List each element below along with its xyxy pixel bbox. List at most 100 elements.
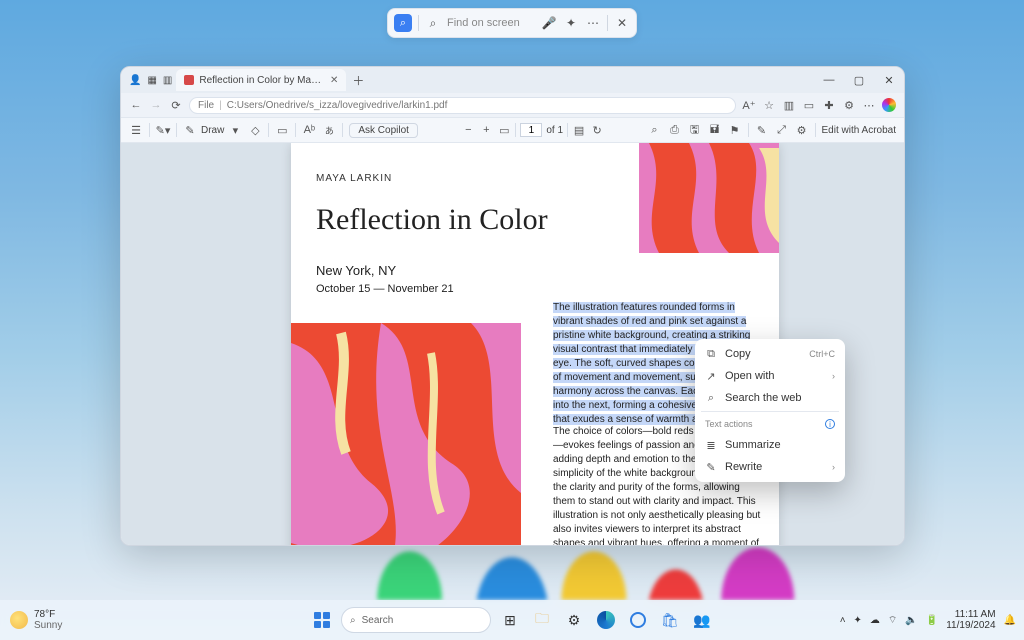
menu-icon[interactable]: ⋯ bbox=[862, 98, 876, 112]
settings-app-icon[interactable]: ⚙ bbox=[561, 607, 587, 633]
edge-icon[interactable] bbox=[593, 607, 619, 633]
doc-title: Reflection in Color bbox=[316, 203, 548, 237]
mic-icon[interactable]: 🎤 bbox=[541, 16, 557, 30]
taskbar-search-placeholder: Search bbox=[362, 615, 394, 626]
chevron-down-icon: ▾ bbox=[228, 123, 242, 137]
window-maximize-button[interactable]: ▢ bbox=[844, 67, 874, 93]
save-icon[interactable]: 🖫 bbox=[688, 123, 702, 137]
tab-actions-icon[interactable]: ▥ bbox=[163, 75, 172, 86]
close-icon[interactable]: ✕ bbox=[614, 16, 630, 30]
translate-icon[interactable]: あ bbox=[322, 123, 336, 137]
rotate-icon[interactable]: ↻ bbox=[590, 123, 604, 137]
tray-onedrive-icon[interactable]: ☁ bbox=[870, 615, 880, 626]
fit-page-icon[interactable]: ▭ bbox=[497, 123, 511, 137]
search-web-icon: ⌕ bbox=[705, 392, 717, 405]
nav-forward-icon[interactable]: → bbox=[149, 98, 163, 112]
address-bar[interactable]: File | C:Users/Onedrive/s_izza/lovegived… bbox=[189, 97, 736, 114]
edit-icon[interactable]: ✎ bbox=[755, 123, 769, 137]
browser2-icon[interactable] bbox=[625, 607, 651, 633]
tab-close-icon[interactable]: ✕ bbox=[330, 75, 338, 86]
tab-title: Reflection in Color by Maya Lark bbox=[199, 75, 325, 86]
doc-location: New York, NY bbox=[316, 263, 396, 278]
start-button[interactable] bbox=[309, 607, 335, 633]
notifications-icon[interactable]: 🔔 bbox=[1004, 615, 1016, 626]
nav-refresh-icon[interactable]: ⟳ bbox=[169, 98, 183, 112]
clock-date: 11/19/2024 bbox=[946, 620, 995, 631]
zoom-in-icon[interactable]: + bbox=[479, 123, 493, 137]
pdf-settings-icon[interactable]: ⚙ bbox=[795, 123, 809, 137]
find-placeholder: Find on screen bbox=[447, 17, 535, 29]
fullscreen-icon[interactable]: ⤢ bbox=[775, 123, 789, 137]
save-as-icon[interactable]: 🖬 bbox=[708, 123, 722, 137]
print-icon[interactable]: ⎙ bbox=[668, 123, 682, 137]
ctx-search-web[interactable]: ⌕ Search the web bbox=[695, 387, 845, 409]
tray-battery-icon[interactable]: 🔋 bbox=[926, 615, 938, 626]
workspaces-icon[interactable]: ▦ bbox=[147, 75, 156, 86]
taskbar-search[interactable]: ⌕ Search bbox=[341, 607, 491, 633]
more-icon[interactable]: ⋯ bbox=[585, 16, 601, 30]
window-minimize-button[interactable]: — bbox=[814, 67, 844, 93]
taskbar-weather[interactable]: 78°F Sunny bbox=[0, 609, 120, 631]
browser-tab[interactable]: Reflection in Color by Maya Lark ✕ bbox=[176, 69, 346, 91]
edit-acrobat-button[interactable]: Edit with Acrobat bbox=[822, 125, 896, 136]
settings-icon[interactable]: ⚙ bbox=[842, 98, 856, 112]
open-with-icon: ↗ bbox=[705, 370, 717, 383]
artwork-top bbox=[639, 143, 779, 253]
ctx-copy[interactable]: ⧉ Copy Ctrl+C bbox=[695, 343, 845, 365]
new-tab-button[interactable]: ＋ bbox=[352, 72, 364, 89]
contents-icon[interactable]: ☰ bbox=[129, 123, 143, 137]
draw-button[interactable]: ✎ Draw ▾ bbox=[183, 123, 242, 137]
tray-copilot-icon[interactable]: ✦ bbox=[854, 615, 862, 626]
doc-dates: October 15 — November 21 bbox=[316, 283, 454, 295]
explorer-icon[interactable]: 🗀 bbox=[529, 607, 555, 633]
ctx-rewrite[interactable]: ✎ Rewrite › bbox=[695, 456, 845, 478]
info-icon[interactable]: i bbox=[825, 419, 835, 429]
read-aloud2-icon[interactable]: Aᵇ bbox=[302, 123, 316, 137]
context-menu: ⧉ Copy Ctrl+C ↗ Open with › ⌕ Search the… bbox=[695, 339, 845, 482]
window-close-button[interactable]: ✕ bbox=[874, 67, 904, 93]
split-screen-icon[interactable]: ▥ bbox=[782, 98, 796, 112]
page-number-input[interactable] bbox=[520, 123, 542, 137]
zoom-out-icon[interactable]: − bbox=[461, 123, 475, 137]
rewrite-icon: ✎ bbox=[705, 461, 717, 474]
pen-icon: ✎ bbox=[183, 123, 197, 137]
system-tray[interactable]: ˄ ✦ ☁ ⌔ 🔈 🔋 11:11 AM 11/19/2024 🔔 bbox=[840, 609, 1024, 631]
copilot-icon[interactable] bbox=[882, 98, 896, 112]
tray-wifi-icon[interactable]: ⌔ bbox=[888, 614, 897, 627]
chevron-right-icon: › bbox=[832, 462, 835, 472]
erase-icon[interactable]: ◇ bbox=[248, 123, 262, 137]
find-app-icon: ⌕ bbox=[394, 14, 412, 32]
pdf-toolbar: ☰ ✎▾ ✎Draw▾ ◇ ▭ Aᵇ あ Ask Copilot − + ▭ o… bbox=[121, 117, 904, 143]
clock-time: 11:11 AM bbox=[955, 609, 996, 620]
extensions-icon[interactable]: ✚ bbox=[822, 98, 836, 112]
page-view-icon[interactable]: ▤ bbox=[572, 123, 586, 137]
tray-chevron-icon[interactable]: ˄ bbox=[840, 615, 846, 626]
taskbar: 78°F Sunny ⌕ Search ⊞ 🗀 ⚙ 🛍 👥 ˄ ✦ ☁ ⌔ 🔈 … bbox=[0, 600, 1024, 640]
profile-icon[interactable]: 👤 bbox=[129, 75, 141, 86]
read-aloud-icon[interactable]: A⁺ bbox=[742, 98, 756, 112]
search-icon: ⌕ bbox=[350, 615, 356, 626]
chevron-right-icon: › bbox=[832, 371, 835, 381]
collections-icon[interactable]: ▭ bbox=[802, 98, 816, 112]
ctx-open-with[interactable]: ↗ Open with › bbox=[695, 365, 845, 387]
summarize-icon: ≣ bbox=[705, 439, 717, 452]
find-icon[interactable]: ⌕ bbox=[648, 123, 662, 137]
text-box-icon[interactable]: ▭ bbox=[275, 123, 289, 137]
flag-icon[interactable]: ⚑ bbox=[728, 123, 742, 137]
nav-back-icon[interactable]: ← bbox=[129, 98, 143, 112]
taskbar-clock[interactable]: 11:11 AM 11/19/2024 bbox=[946, 609, 995, 631]
teams-icon[interactable]: 👥 bbox=[689, 607, 715, 633]
task-view-icon[interactable]: ⊞ bbox=[497, 607, 523, 633]
tray-volume-icon[interactable]: 🔈 bbox=[905, 615, 917, 626]
ask-copilot-button[interactable]: Ask Copilot bbox=[349, 123, 418, 138]
store-icon[interactable]: 🛍 bbox=[657, 607, 683, 633]
highlight-icon[interactable]: ✎▾ bbox=[156, 123, 170, 137]
weather-temp: 78°F bbox=[34, 609, 62, 620]
copy-icon: ⧉ bbox=[705, 348, 717, 361]
sparkle-icon[interactable]: ✦ bbox=[563, 16, 579, 30]
favorite-icon[interactable]: ☆ bbox=[762, 98, 776, 112]
find-on-screen-bar[interactable]: ⌕ ⌕ Find on screen 🎤 ✦ ⋯ ✕ bbox=[387, 8, 637, 38]
draw-label: Draw bbox=[201, 125, 224, 136]
ctx-summarize[interactable]: ≣ Summarize bbox=[695, 434, 845, 456]
doc-author: MAYA LARKIN bbox=[316, 173, 392, 184]
